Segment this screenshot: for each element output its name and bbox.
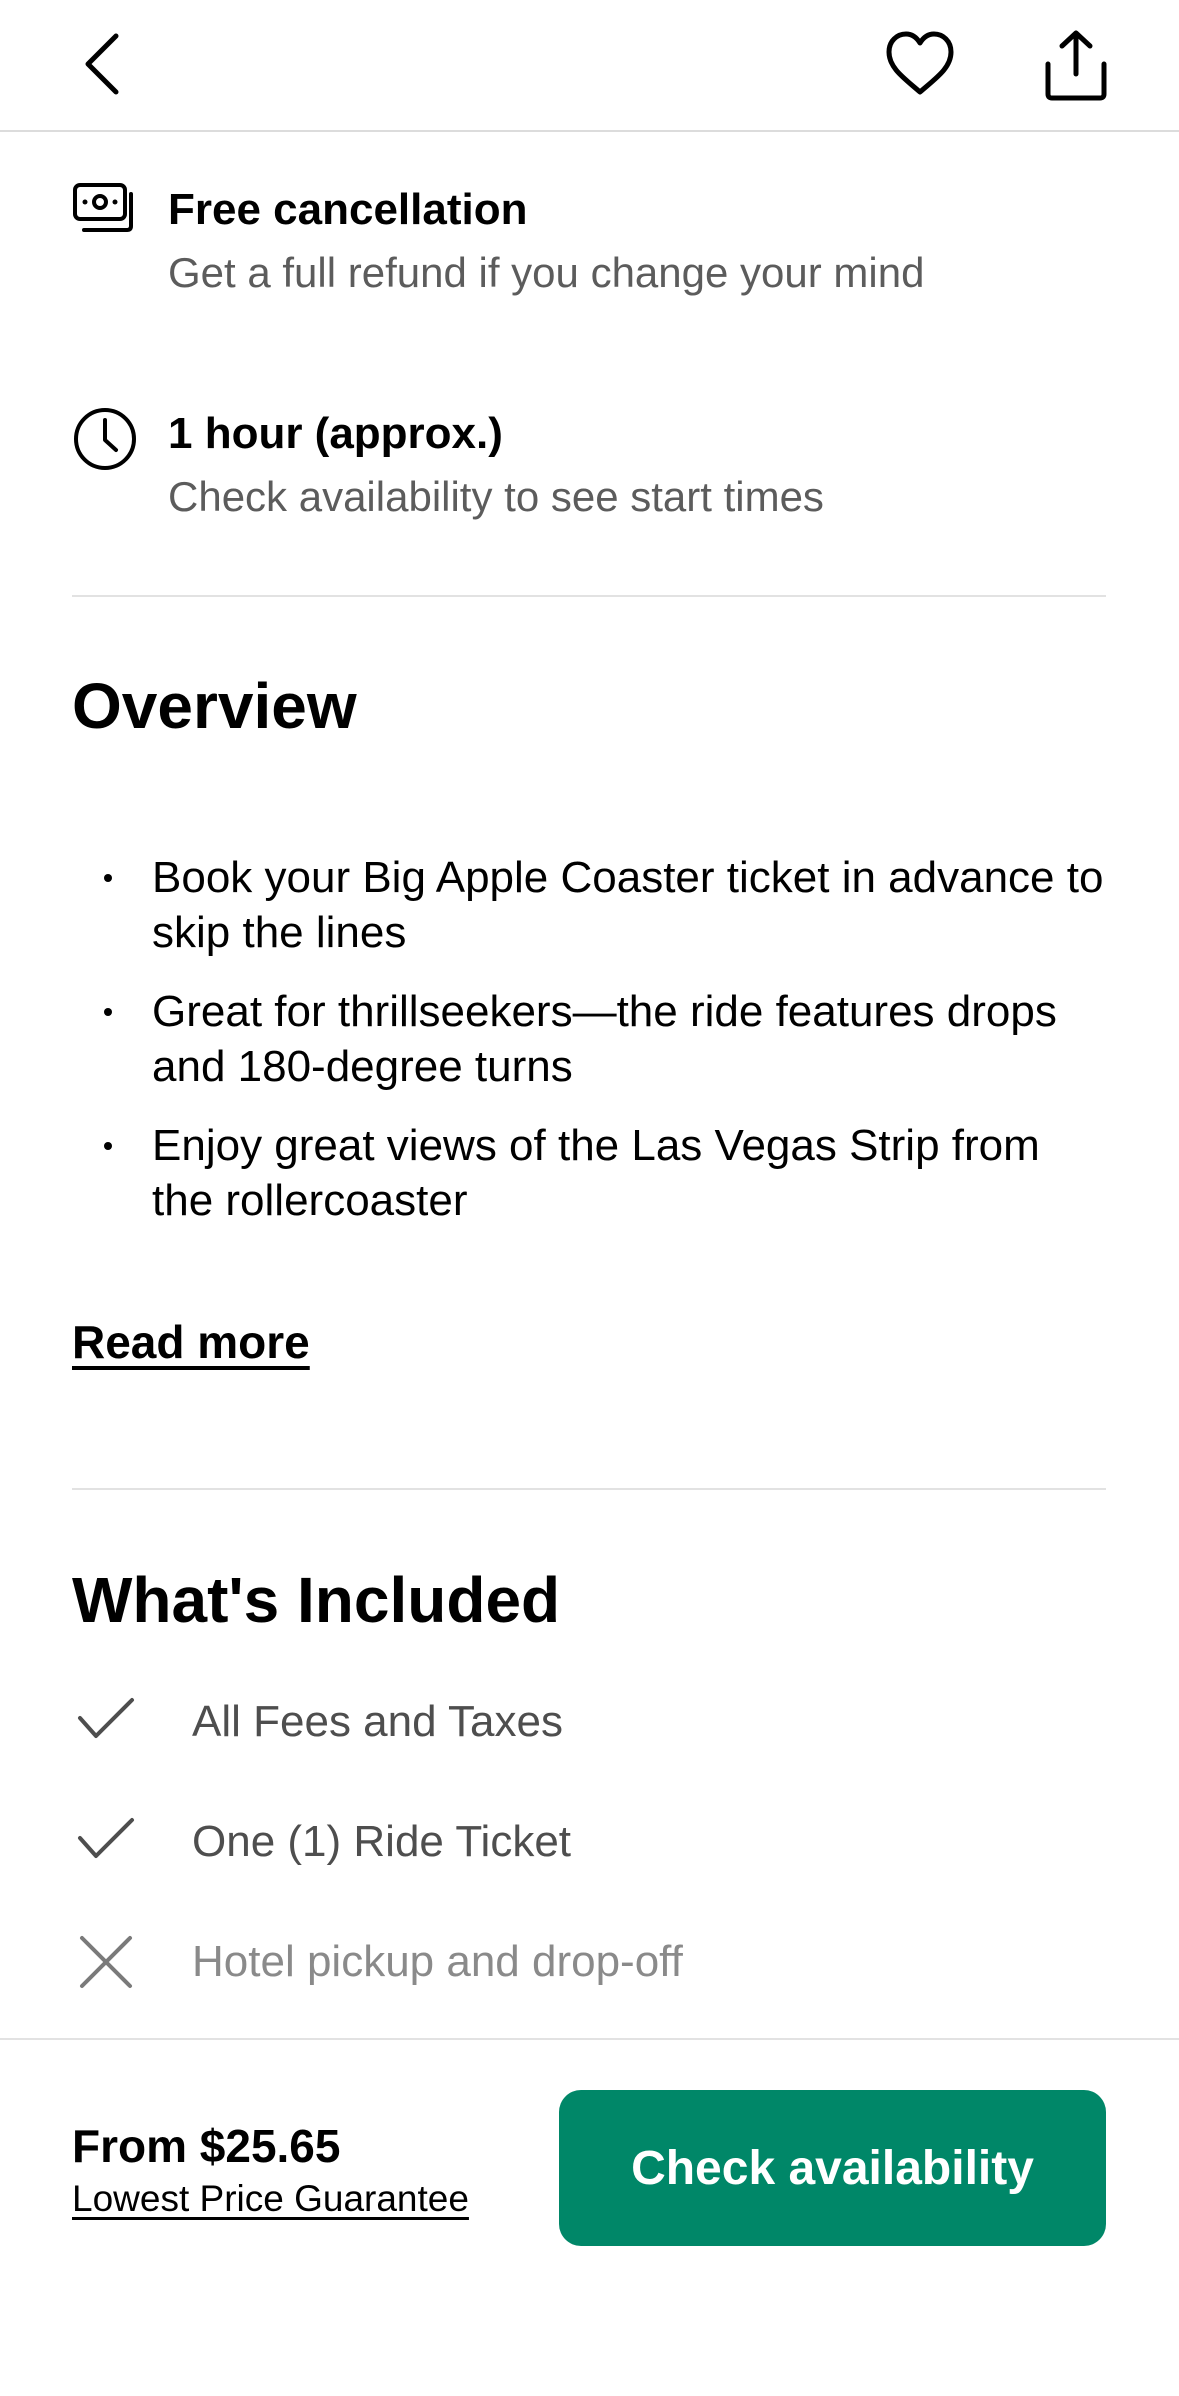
included-item-label: One (1) Ride Ticket: [192, 1817, 572, 1866]
list-item: Enjoy great views of the Las Vegas Strip…: [72, 1118, 1112, 1228]
chevron-left-icon: [85, 33, 119, 95]
checkmark-icon: [76, 1814, 136, 1869]
section-divider: [72, 595, 1106, 597]
feature-title: 1 hour (approx.): [168, 409, 503, 458]
bullet-dot: [104, 874, 112, 882]
lowest-price-guarantee-link[interactable]: Lowest Price Guarantee: [72, 2176, 469, 2222]
excluded-item: Hotel pickup and drop-off: [72, 1924, 1112, 2004]
bullet-text: Great for thrillseekers—the ride feature…: [152, 987, 1057, 1091]
whats-included-heading: What's Included: [72, 1564, 561, 1636]
overview-heading: Overview: [72, 670, 357, 742]
clock-icon: [72, 406, 138, 477]
feature-title: Free cancellation: [168, 185, 528, 234]
check-availability-button[interactable]: Check availability: [559, 2090, 1106, 2246]
price-text: From $25.65: [72, 2120, 341, 2172]
list-item: Great for thrillseekers—the ride feature…: [72, 984, 1112, 1094]
top-navigation-bar: [0, 0, 1179, 132]
x-mark-icon: [76, 1934, 136, 1995]
feature-subtitle: Check availability to see start times: [168, 473, 824, 520]
section-divider: [72, 1488, 1106, 1490]
back-button[interactable]: [76, 30, 128, 98]
included-item-label: All Fees and Taxes: [192, 1697, 563, 1746]
excluded-item-label: Hotel pickup and drop-off: [192, 1937, 683, 1986]
cash-refund-icon: [72, 182, 136, 239]
bullet-text: Enjoy great views of the Las Vegas Strip…: [152, 1121, 1040, 1225]
bullet-text: Book your Big Apple Coaster ticket in ad…: [152, 853, 1104, 957]
share-button[interactable]: [1044, 30, 1108, 102]
heart-outline-icon: [886, 31, 954, 95]
checkmark-icon: [76, 1694, 136, 1749]
bullet-dot: [104, 1142, 112, 1150]
share-upload-icon: [1045, 30, 1107, 101]
read-more-link[interactable]: Read more: [72, 1312, 310, 1372]
favorite-button[interactable]: [884, 30, 956, 98]
list-item: Book your Big Apple Coaster ticket in ad…: [72, 850, 1112, 960]
included-item: One (1) Ride Ticket: [72, 1804, 1112, 1884]
overview-bullet-list: Book your Big Apple Coaster ticket in ad…: [72, 850, 1112, 1252]
included-item: All Fees and Taxes: [72, 1684, 1112, 1764]
bullet-dot: [104, 1008, 112, 1016]
feature-subtitle: Get a full refund if you change your min…: [168, 249, 925, 296]
booking-footer: From $25.65 Lowest Price Guarantee Check…: [0, 2038, 1179, 2396]
